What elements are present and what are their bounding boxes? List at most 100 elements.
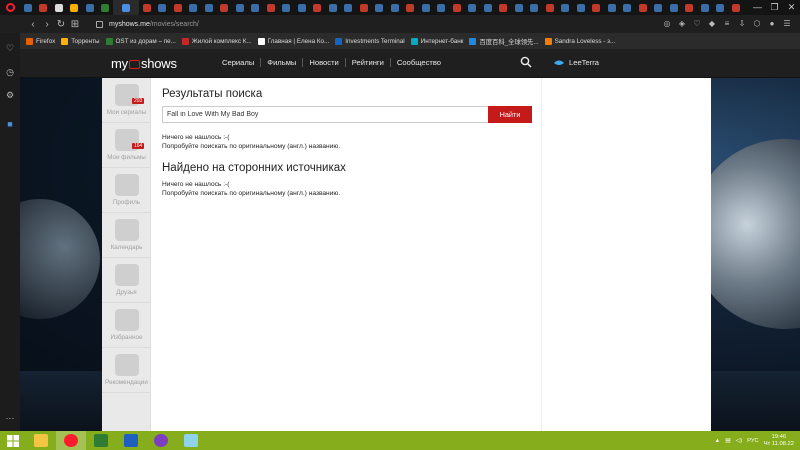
browser-tab[interactable]: [465, 0, 481, 15]
sidebar-item[interactable]: Профиль: [102, 168, 151, 213]
windows-start-icon[interactable]: [0, 431, 26, 450]
nav-link[interactable]: Новости: [302, 58, 344, 67]
browser-tab[interactable]: [589, 0, 605, 15]
sidebar-item[interactable]: Рекомендации: [102, 348, 151, 393]
bookmark-item[interactable]: Жилой комплекс К...: [181, 37, 252, 45]
bookmark-item[interactable]: OST из дорам – пе...: [105, 37, 176, 45]
history-icon[interactable]: ◷: [5, 67, 15, 77]
sidebar-item[interactable]: Календарь: [102, 213, 151, 258]
browser-tab[interactable]: [496, 0, 512, 15]
file-explorer-icon[interactable]: [26, 431, 56, 450]
bookmark-item[interactable]: Интернет-банк: [410, 37, 463, 45]
browser-tab[interactable]: [217, 0, 233, 15]
nav-link[interactable]: Сообщество: [389, 58, 447, 67]
minimize-button[interactable]: —: [749, 0, 766, 15]
shield-icon[interactable]: ◈: [677, 19, 687, 29]
network-icon[interactable]: ▤: [725, 438, 730, 444]
browser-tab[interactable]: [20, 0, 36, 15]
heart-icon[interactable]: ♡: [692, 19, 702, 29]
nav-link[interactable]: Фильмы: [260, 58, 302, 67]
browser-tab[interactable]: [542, 0, 558, 15]
browser-tab[interactable]: [248, 0, 264, 15]
bookmark-item[interactable]: Investments Terminal: [335, 37, 405, 45]
vpn-icon[interactable]: ◆: [707, 19, 717, 29]
user-menu[interactable]: LeeTerra: [553, 58, 599, 67]
browser-tab[interactable]: [728, 0, 744, 15]
opera-icon[interactable]: [56, 431, 86, 450]
browser-tab[interactable]: [620, 0, 636, 15]
heart-icon[interactable]: ♡: [5, 43, 15, 53]
browser-tab[interactable]: [387, 0, 403, 15]
browser-tab[interactable]: [635, 0, 651, 15]
browser-tab[interactable]: [294, 0, 310, 15]
volume-icon[interactable]: ◁): [736, 438, 742, 444]
browser-tab[interactable]: [651, 0, 667, 15]
bookmark-item[interactable]: Главная | Елена Ко...: [257, 37, 329, 45]
clock[interactable]: 19:46 Чт 11.08.22: [764, 434, 794, 448]
tabs-grid-icon[interactable]: ⊞: [68, 19, 82, 30]
browser-tab[interactable]: [201, 0, 217, 15]
camera-icon[interactable]: ◎: [662, 19, 672, 29]
browser-tab[interactable]: [67, 0, 83, 15]
browser-tab[interactable]: [325, 0, 341, 15]
browser-tab[interactable]: [279, 0, 295, 15]
browser-tab[interactable]: [511, 0, 527, 15]
forward-icon[interactable]: ›: [40, 19, 54, 30]
browser-tab[interactable]: [170, 0, 186, 15]
browser-tab[interactable]: [449, 0, 465, 15]
sidebar-item[interactable]: Избранное: [102, 303, 151, 348]
browser-tab[interactable]: [113, 0, 139, 15]
browser-tab[interactable]: [418, 0, 434, 15]
settings-icon[interactable]: ☰: [782, 19, 792, 29]
extensions-icon[interactable]: ⬡: [752, 19, 762, 29]
nav-link[interactable]: Рейтинги: [344, 58, 390, 67]
browser-tab[interactable]: [573, 0, 589, 15]
search-button[interactable]: Найти: [488, 106, 532, 123]
search-icon[interactable]: [520, 56, 532, 68]
url-field[interactable]: myshows.me /movies/search/: [96, 20, 662, 28]
bookmark-item[interactable]: Sandra Loveless - з...: [544, 37, 615, 45]
menu-icon[interactable]: ≡: [722, 19, 732, 29]
browser-tab[interactable]: [356, 0, 372, 15]
browser-tab[interactable]: [604, 0, 620, 15]
browser-tab[interactable]: [372, 0, 388, 15]
browser-tab[interactable]: [51, 0, 67, 15]
browser-tab[interactable]: [558, 0, 574, 15]
browser-tab[interactable]: [697, 0, 713, 15]
back-icon[interactable]: ‹: [26, 19, 40, 30]
terminal-icon[interactable]: [86, 431, 116, 450]
close-window-button[interactable]: ✕: [783, 0, 800, 15]
tor-icon[interactable]: [146, 431, 176, 450]
reload-icon[interactable]: ↻: [54, 19, 68, 30]
sidebar-item[interactable]: 164 Мои фильмы: [102, 123, 151, 168]
nav-link[interactable]: Сериалы: [222, 58, 260, 67]
tray-arrow-icon[interactable]: ▲: [715, 438, 721, 444]
bookmark-item[interactable]: 百度百科_全球领先...: [469, 37, 539, 46]
more-icon[interactable]: ···: [5, 413, 15, 423]
maximize-button[interactable]: ❐: [766, 0, 783, 15]
browser-tab[interactable]: [139, 0, 155, 15]
browser-tab[interactable]: [310, 0, 326, 15]
browser-tab[interactable]: [36, 0, 52, 15]
browser-tab[interactable]: [434, 0, 450, 15]
browser-tab[interactable]: [666, 0, 682, 15]
browser-tab[interactable]: [232, 0, 248, 15]
browser-tab[interactable]: [341, 0, 357, 15]
browser-tab[interactable]: [263, 0, 279, 15]
bookmark-item[interactable]: Firefox: [26, 37, 55, 45]
browser-tab[interactable]: [155, 0, 171, 15]
browser-tab[interactable]: [82, 0, 98, 15]
browser-tab[interactable]: [713, 0, 729, 15]
search-input[interactable]: [162, 106, 488, 123]
browser-tab[interactable]: [527, 0, 543, 15]
account-icon[interactable]: ●: [767, 19, 777, 29]
gear-icon[interactable]: ⚙: [5, 90, 15, 100]
browser-tab[interactable]: [480, 0, 496, 15]
site-logo[interactable]: my shows: [111, 56, 177, 71]
word-icon[interactable]: [116, 431, 146, 450]
browser-tab[interactable]: [186, 0, 202, 15]
notes-icon[interactable]: [176, 431, 206, 450]
download-icon[interactable]: ⇩: [737, 19, 747, 29]
browser-tab[interactable]: [403, 0, 419, 15]
sidebar-item[interactable]: 203 Мои сериалы: [102, 78, 151, 123]
